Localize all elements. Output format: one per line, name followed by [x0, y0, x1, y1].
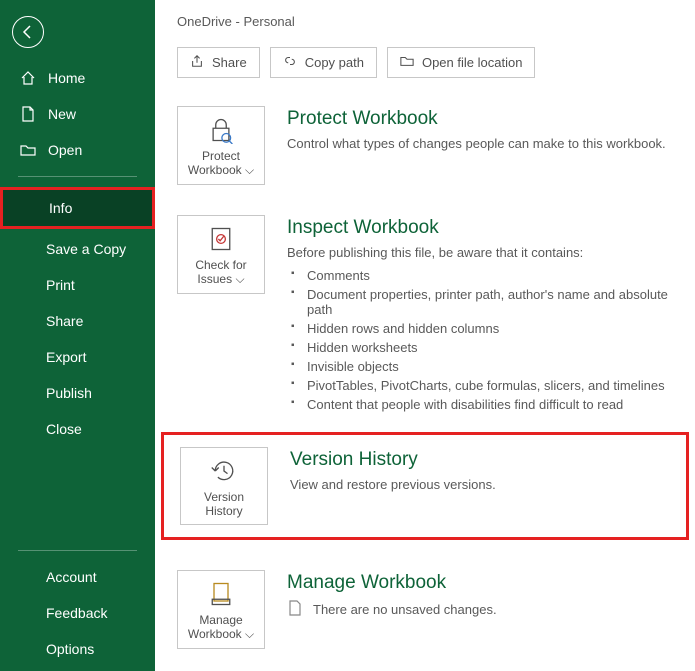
list-item: PivotTables, PivotCharts, cube formulas,…	[287, 376, 673, 395]
home-icon	[20, 70, 36, 86]
list-item: Content that people with disabilities fi…	[287, 395, 673, 414]
section-title: Manage Workbook	[287, 572, 673, 594]
share-button[interactable]: Share	[177, 47, 260, 78]
link-icon	[283, 54, 297, 71]
version-section: Version History Version History View and…	[180, 447, 670, 525]
share-icon	[190, 54, 204, 71]
sidebar-label: Print	[46, 277, 75, 293]
version-history-card[interactable]: Version History	[180, 447, 268, 525]
sidebar-label: Feedback	[46, 605, 107, 621]
protect-workbook-card[interactable]: Protect Workbook ⌵	[177, 106, 265, 185]
sidebar-item-home[interactable]: Home	[0, 60, 155, 96]
sidebar-label: Share	[46, 313, 83, 329]
back-button[interactable]	[12, 16, 44, 48]
sidebar-item-export[interactable]: Export	[0, 339, 155, 375]
sidebar: Home New Open Info Save a Copy Print Sha…	[0, 0, 155, 671]
sidebar-label: Home	[48, 70, 85, 86]
sidebar-item-feedback[interactable]: Feedback	[0, 595, 155, 631]
sidebar-item-account[interactable]: Account	[0, 559, 155, 595]
button-label: Share	[212, 55, 247, 70]
sidebar-item-open[interactable]: Open	[0, 132, 155, 168]
sidebar-item-info[interactable]: Info	[3, 190, 152, 226]
list-item: Invisible objects	[287, 357, 673, 376]
sidebar-label: Info	[49, 200, 72, 216]
section-title: Protect Workbook	[287, 108, 673, 130]
manage-workbook-card[interactable]: Manage Workbook ⌵	[177, 570, 265, 649]
chevron-down-icon: ⌵	[245, 163, 254, 177]
sidebar-label: New	[48, 106, 76, 122]
sidebar-item-new[interactable]: New	[0, 96, 155, 132]
divider	[18, 550, 137, 551]
sidebar-label: Save a Copy	[46, 241, 126, 257]
sidebar-item-share[interactable]: Share	[0, 303, 155, 339]
sidebar-item-close[interactable]: Close	[0, 411, 155, 447]
sidebar-item-options[interactable]: Options	[0, 631, 155, 667]
inspect-list: Comments Document properties, printer pa…	[287, 266, 673, 414]
section-desc: Control what types of changes people can…	[287, 136, 673, 151]
sidebar-label: Options	[46, 641, 94, 657]
list-item: Hidden rows and hidden columns	[287, 319, 673, 338]
highlight-info: Info	[0, 187, 155, 229]
check-issues-card[interactable]: Check for Issues ⌵	[177, 215, 265, 294]
card-label: Version History	[185, 490, 263, 518]
workbook-icon	[207, 579, 235, 609]
check-icon	[207, 224, 235, 254]
sidebar-label: Close	[46, 421, 82, 437]
button-label: Copy path	[305, 55, 364, 70]
sidebar-label: Publish	[46, 385, 92, 401]
folder-icon	[400, 54, 414, 71]
card-label: Check for Issues ⌵	[182, 258, 260, 287]
list-item: Document properties, printer path, autho…	[287, 285, 673, 319]
sidebar-label: Account	[46, 569, 97, 585]
button-label: Open file location	[422, 55, 522, 70]
list-item: Comments	[287, 266, 673, 285]
manage-section: Manage Workbook ⌵ Manage Workbook There …	[177, 570, 673, 649]
main-panel: OneDrive - Personal Share Copy path Open…	[155, 0, 695, 671]
list-item: Hidden worksheets	[287, 338, 673, 357]
divider	[18, 176, 137, 177]
document-icon	[287, 600, 303, 619]
history-icon	[210, 456, 238, 486]
section-desc: Before publishing this file, be aware th…	[287, 245, 673, 260]
card-label: Manage Workbook ⌵	[182, 613, 260, 642]
card-label: Protect Workbook ⌵	[182, 149, 260, 178]
toolbar: Share Copy path Open file location	[177, 47, 673, 78]
sidebar-label: Export	[46, 349, 86, 365]
open-location-button[interactable]: Open file location	[387, 47, 535, 78]
lock-icon	[207, 115, 235, 145]
sidebar-item-publish[interactable]: Publish	[0, 375, 155, 411]
breadcrumb: OneDrive - Personal	[177, 14, 673, 29]
chevron-down-icon: ⌵	[235, 272, 244, 286]
protect-section: Protect Workbook ⌵ Protect Workbook Cont…	[177, 106, 673, 185]
section-title: Version History	[290, 449, 670, 471]
sidebar-label: Open	[48, 142, 82, 158]
new-icon	[20, 106, 36, 122]
copy-path-button[interactable]: Copy path	[270, 47, 377, 78]
chevron-down-icon: ⌵	[245, 627, 254, 641]
sidebar-item-print[interactable]: Print	[0, 267, 155, 303]
inspect-section: Check for Issues ⌵ Inspect Workbook Befo…	[177, 215, 673, 414]
sidebar-item-save-copy[interactable]: Save a Copy	[0, 231, 155, 267]
open-icon	[20, 142, 36, 158]
section-desc: View and restore previous versions.	[290, 477, 670, 492]
manage-desc: There are no unsaved changes.	[313, 602, 497, 617]
section-title: Inspect Workbook	[287, 217, 673, 239]
highlight-version-history: Version History Version History View and…	[161, 432, 689, 540]
